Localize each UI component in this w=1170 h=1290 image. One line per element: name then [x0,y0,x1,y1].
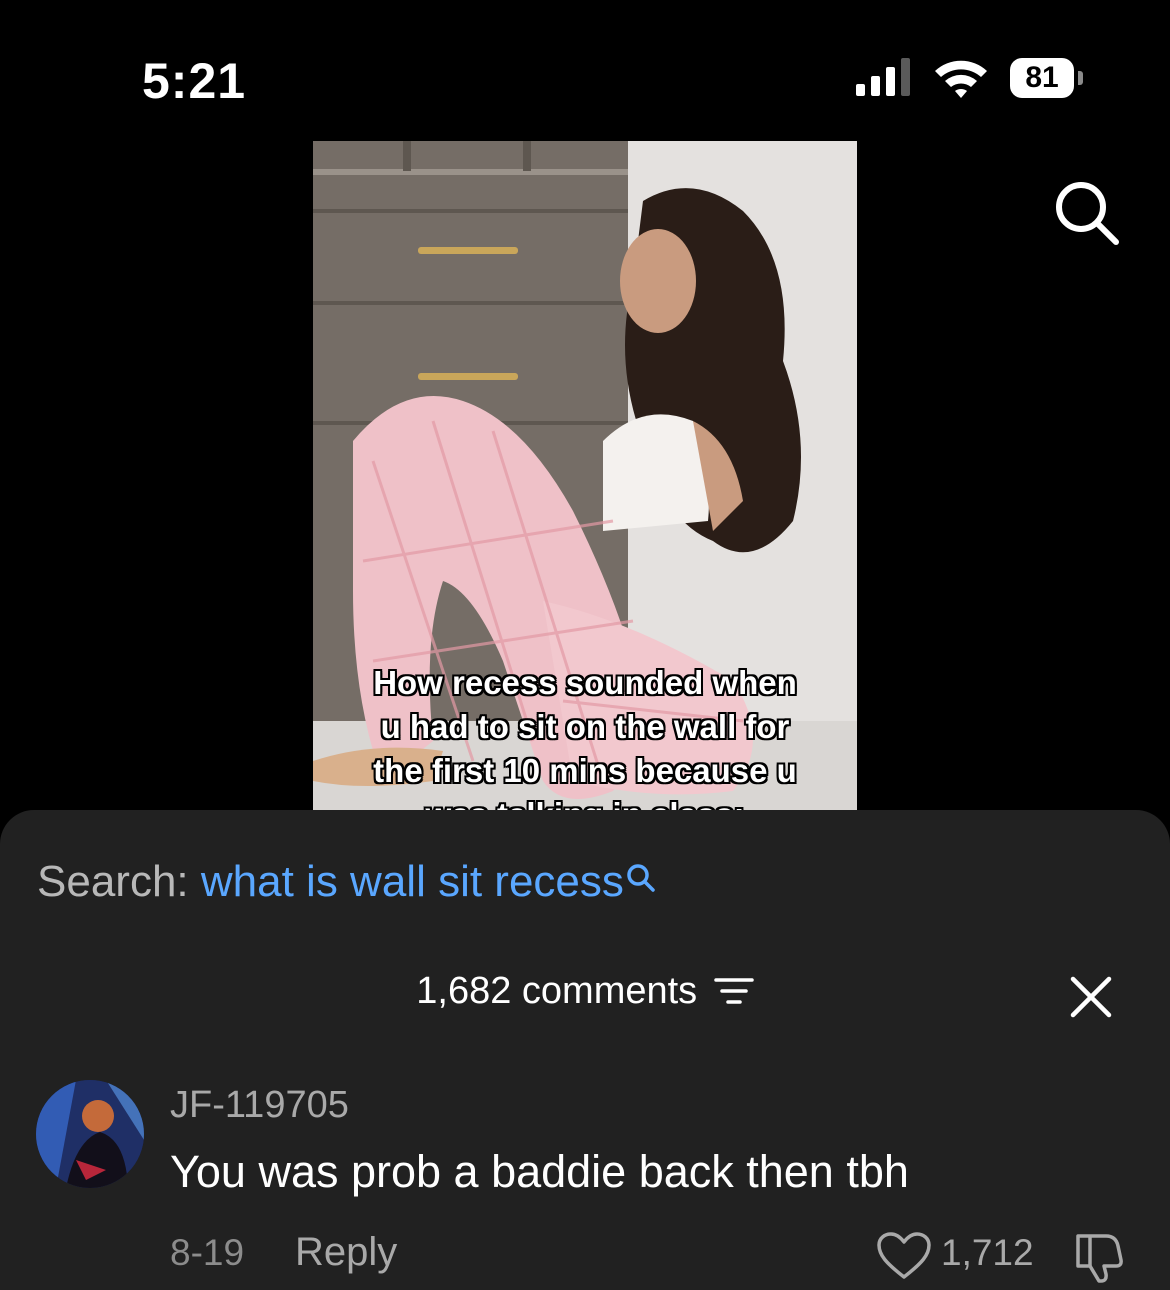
reply-button[interactable]: Reply [295,1230,397,1275]
comment-date: 8-19 [170,1232,245,1273]
wifi-icon [935,60,987,98]
comment-username[interactable]: JF-119705 [170,1084,349,1127]
filter-icon[interactable] [713,976,754,1006]
search-icon [627,864,655,892]
video-caption: How recess sounded when u had to sit on … [313,661,857,811]
status-time: 5:21 [142,53,247,109]
like-count: 1,712 [941,1232,1034,1273]
search-term-link[interactable]: what is wall sit recess [201,857,624,906]
caption-line: the first 10 mins because u [373,752,797,789]
avatar[interactable] [36,1080,144,1188]
heart-icon[interactable] [876,1231,932,1281]
battery-level: 81 [1010,58,1074,98]
search-label: Search: [37,857,189,906]
comment-text: You was prob a baddie back then tbh [170,1146,909,1197]
search-icon[interactable] [1050,176,1122,248]
dislike-icon[interactable] [1070,1228,1126,1284]
caption-line: was talking in class: [313,793,857,811]
caption-line: u had to sit on the wall for [380,708,790,745]
signal-icon [856,58,910,96]
search-suggestion[interactable]: Search: what is wall sit recess [37,857,656,907]
comments-count: 1,682 comments [416,970,698,1012]
battery-icon: 81 [1010,58,1084,98]
video-player[interactable]: How recess sounded when u had to sit on … [313,141,857,811]
comments-header: 1,682 comments [0,970,1170,1013]
caption-line: How recess sounded when [373,664,797,701]
close-icon[interactable] [1068,974,1114,1020]
